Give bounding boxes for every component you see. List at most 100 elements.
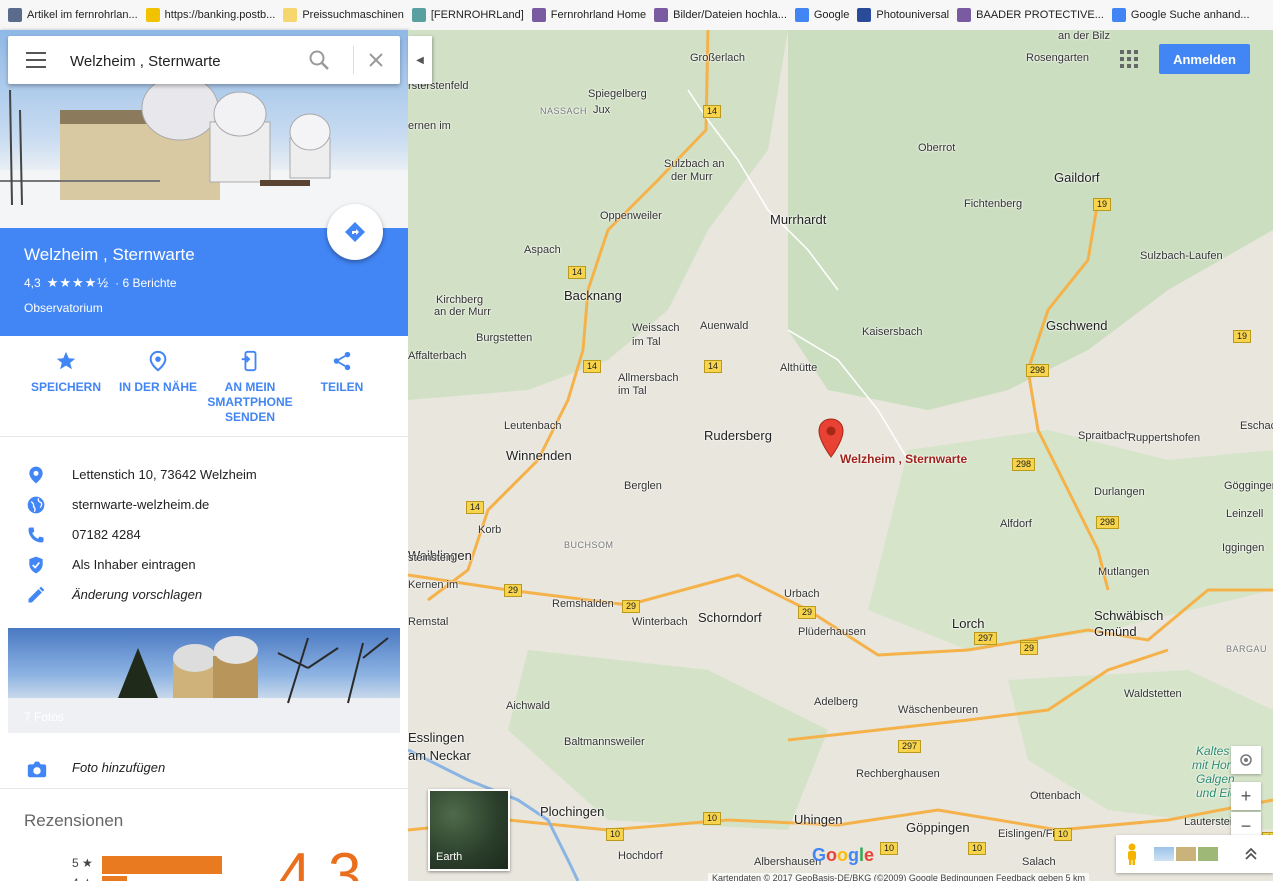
place-label: der Murr: [671, 171, 713, 183]
place-label: Kaisersbach: [862, 326, 923, 338]
phone-number[interactable]: 07182 4284: [72, 527, 141, 542]
reviews-link[interactable]: · 6 Berichte: [115, 276, 176, 290]
address-row[interactable]: Lettenstich 10, 73642 Welzheim: [0, 459, 408, 489]
route-planner-button[interactable]: [327, 204, 383, 260]
place-label: Aichwald: [506, 700, 551, 712]
hero-photo[interactable]: [0, 30, 408, 228]
globe-icon: [27, 496, 45, 514]
map-canvas[interactable]: Großerlach an der Bilz Rosengarten Spiegelb…: [408, 30, 1273, 881]
place-category[interactable]: Observatorium: [24, 301, 103, 315]
place-label: Schwäbisch: [1094, 608, 1164, 623]
place-label: Berglen: [624, 480, 662, 492]
place-label: Waldstetten: [1124, 688, 1182, 700]
pin-label[interactable]: Welzheim , Sternwarte: [840, 452, 967, 466]
place-label: Lorch: [952, 616, 985, 631]
suggest-edit-link[interactable]: Änderung vorschlagen: [72, 587, 202, 602]
search-input[interactable]: [68, 48, 292, 74]
road-shield: 10: [606, 828, 625, 841]
earth-view-toggle[interactable]: Earth: [428, 789, 510, 871]
map-bottom-controls: [1116, 835, 1273, 873]
place-label: Rosengarten: [1026, 52, 1089, 64]
place-label: im Tal: [618, 385, 647, 397]
bookmark-item[interactable]: BAADER PROTECTIVE...: [957, 8, 1104, 22]
place-label: Esslingen: [408, 730, 465, 745]
nearby-label: IN DER NÄHE: [118, 380, 197, 394]
bookmark-label: [FERNROHRLand]: [430, 9, 524, 21]
bookmark-label: Artikel im fernrohrlan...: [27, 9, 138, 21]
place-label: am Neckar: [408, 748, 471, 763]
place-label: Oppenweiler: [600, 210, 662, 222]
sign-in-button[interactable]: Anmelden: [1159, 44, 1250, 74]
layer-thumb-1[interactable]: [1154, 847, 1174, 861]
website-link[interactable]: sternwarte-welzheim.de: [72, 497, 209, 512]
place-label: Plüderhausen: [798, 626, 866, 638]
bookmark-favicon-icon: [531, 8, 546, 22]
place-label: Galgen: [1196, 772, 1235, 786]
google-logo: Google: [812, 845, 875, 865]
bookmark-favicon-icon: [411, 8, 426, 22]
close-icon[interactable]: [365, 49, 387, 71]
place-rating: 4,3 ★★★★½ · 6 Berichte: [24, 275, 177, 291]
rating-bar-label: 4 ★: [72, 876, 93, 881]
reviews-heading: Rezensionen: [24, 811, 124, 830]
apps-grid-icon[interactable]: [1120, 50, 1138, 68]
search-icon[interactable]: [308, 49, 330, 71]
place-label: Iggingen: [1222, 542, 1265, 554]
save-button[interactable]: SPEICHERN: [20, 350, 112, 395]
bookmark-item[interactable]: Fernrohrland Home: [531, 8, 646, 22]
chevron-up-icon[interactable]: [1244, 847, 1258, 861]
my-location-button[interactable]: [1231, 746, 1261, 774]
place-label: Salach: [1022, 856, 1056, 868]
place-label: ernen im: [408, 120, 451, 132]
save-label: SPEICHERN: [30, 380, 101, 394]
phone-icon: [28, 527, 44, 543]
website-row[interactable]: sternwarte-welzheim.de: [0, 489, 408, 519]
bookmark-favicon-icon: [794, 8, 809, 22]
layer-thumb-2[interactable]: [1176, 847, 1196, 861]
share-label: TEILEN: [320, 380, 364, 394]
menu-icon[interactable]: [26, 52, 46, 68]
bookmark-item[interactable]: Preissuchmaschinen: [283, 8, 404, 22]
bookmark-favicon-icon: [654, 8, 669, 22]
crosshair-icon: [1240, 754, 1252, 766]
bookmark-item[interactable]: https://banking.postb...: [145, 8, 275, 22]
rating-bar-label: 5 ★: [72, 856, 93, 870]
claim-row[interactable]: Als Inhaber eintragen: [0, 549, 408, 579]
suggest-edit-row[interactable]: Änderung vorschlagen: [0, 579, 408, 609]
phone-row[interactable]: 07182 4284: [0, 519, 408, 549]
nearby-button[interactable]: IN DER NÄHE: [112, 350, 204, 395]
bookmark-item[interactable]: Google: [794, 8, 849, 22]
rating-bar-fill: [102, 856, 222, 874]
bookmark-item[interactable]: [FERNROHRLand]: [411, 8, 524, 22]
place-label: Ruppertshofen: [1128, 432, 1201, 444]
place-label: Murrhardt: [770, 212, 827, 227]
place-label: Sulzbach an: [664, 158, 725, 170]
bookmark-item[interactable]: Artikel im fernrohrlan...: [8, 8, 138, 22]
place-label: Spiegelberg: [588, 88, 647, 100]
place-label: Spraitbach: [1078, 430, 1131, 442]
claim-business-link[interactable]: Als Inhaber eintragen: [72, 557, 196, 572]
road-shield: 19: [1093, 198, 1112, 211]
bookmark-item[interactable]: Bilder/Dateien hochla...: [654, 8, 787, 22]
pegman-icon[interactable]: [1126, 843, 1138, 865]
bookmark-item[interactable]: Google Suche anhand...: [1111, 8, 1250, 22]
road-shield: 29: [798, 606, 817, 619]
place-label: Sulzbach-Laufen: [1140, 250, 1223, 262]
place-label: Urbach: [784, 588, 820, 600]
road-shield: 298: [1096, 516, 1120, 529]
place-label: Uhingen: [794, 812, 843, 827]
place-label: Kaltes: [1196, 744, 1230, 758]
photos-gallery[interactable]: 7 Fotos: [8, 628, 400, 733]
bookmark-favicon-icon: [283, 8, 298, 22]
layer-thumb-3[interactable]: [1198, 847, 1218, 861]
bookmark-item[interactable]: Photouniversal: [857, 8, 949, 22]
rating-value: 4,3: [24, 276, 41, 290]
zoom-in-button[interactable]: +: [1231, 782, 1261, 810]
place-label: Baltmannsweiler: [564, 736, 645, 748]
road-shield: 14: [583, 360, 602, 373]
road-shield: 14: [703, 105, 722, 118]
send-to-phone-button[interactable]: AN MEIN SMARTPHONE SENDEN: [204, 350, 296, 425]
collapse-panel-button[interactable]: ◀: [408, 36, 432, 84]
share-button[interactable]: TEILEN: [296, 350, 388, 395]
add-photo-row[interactable]: Foto hinzufügen: [0, 752, 408, 789]
